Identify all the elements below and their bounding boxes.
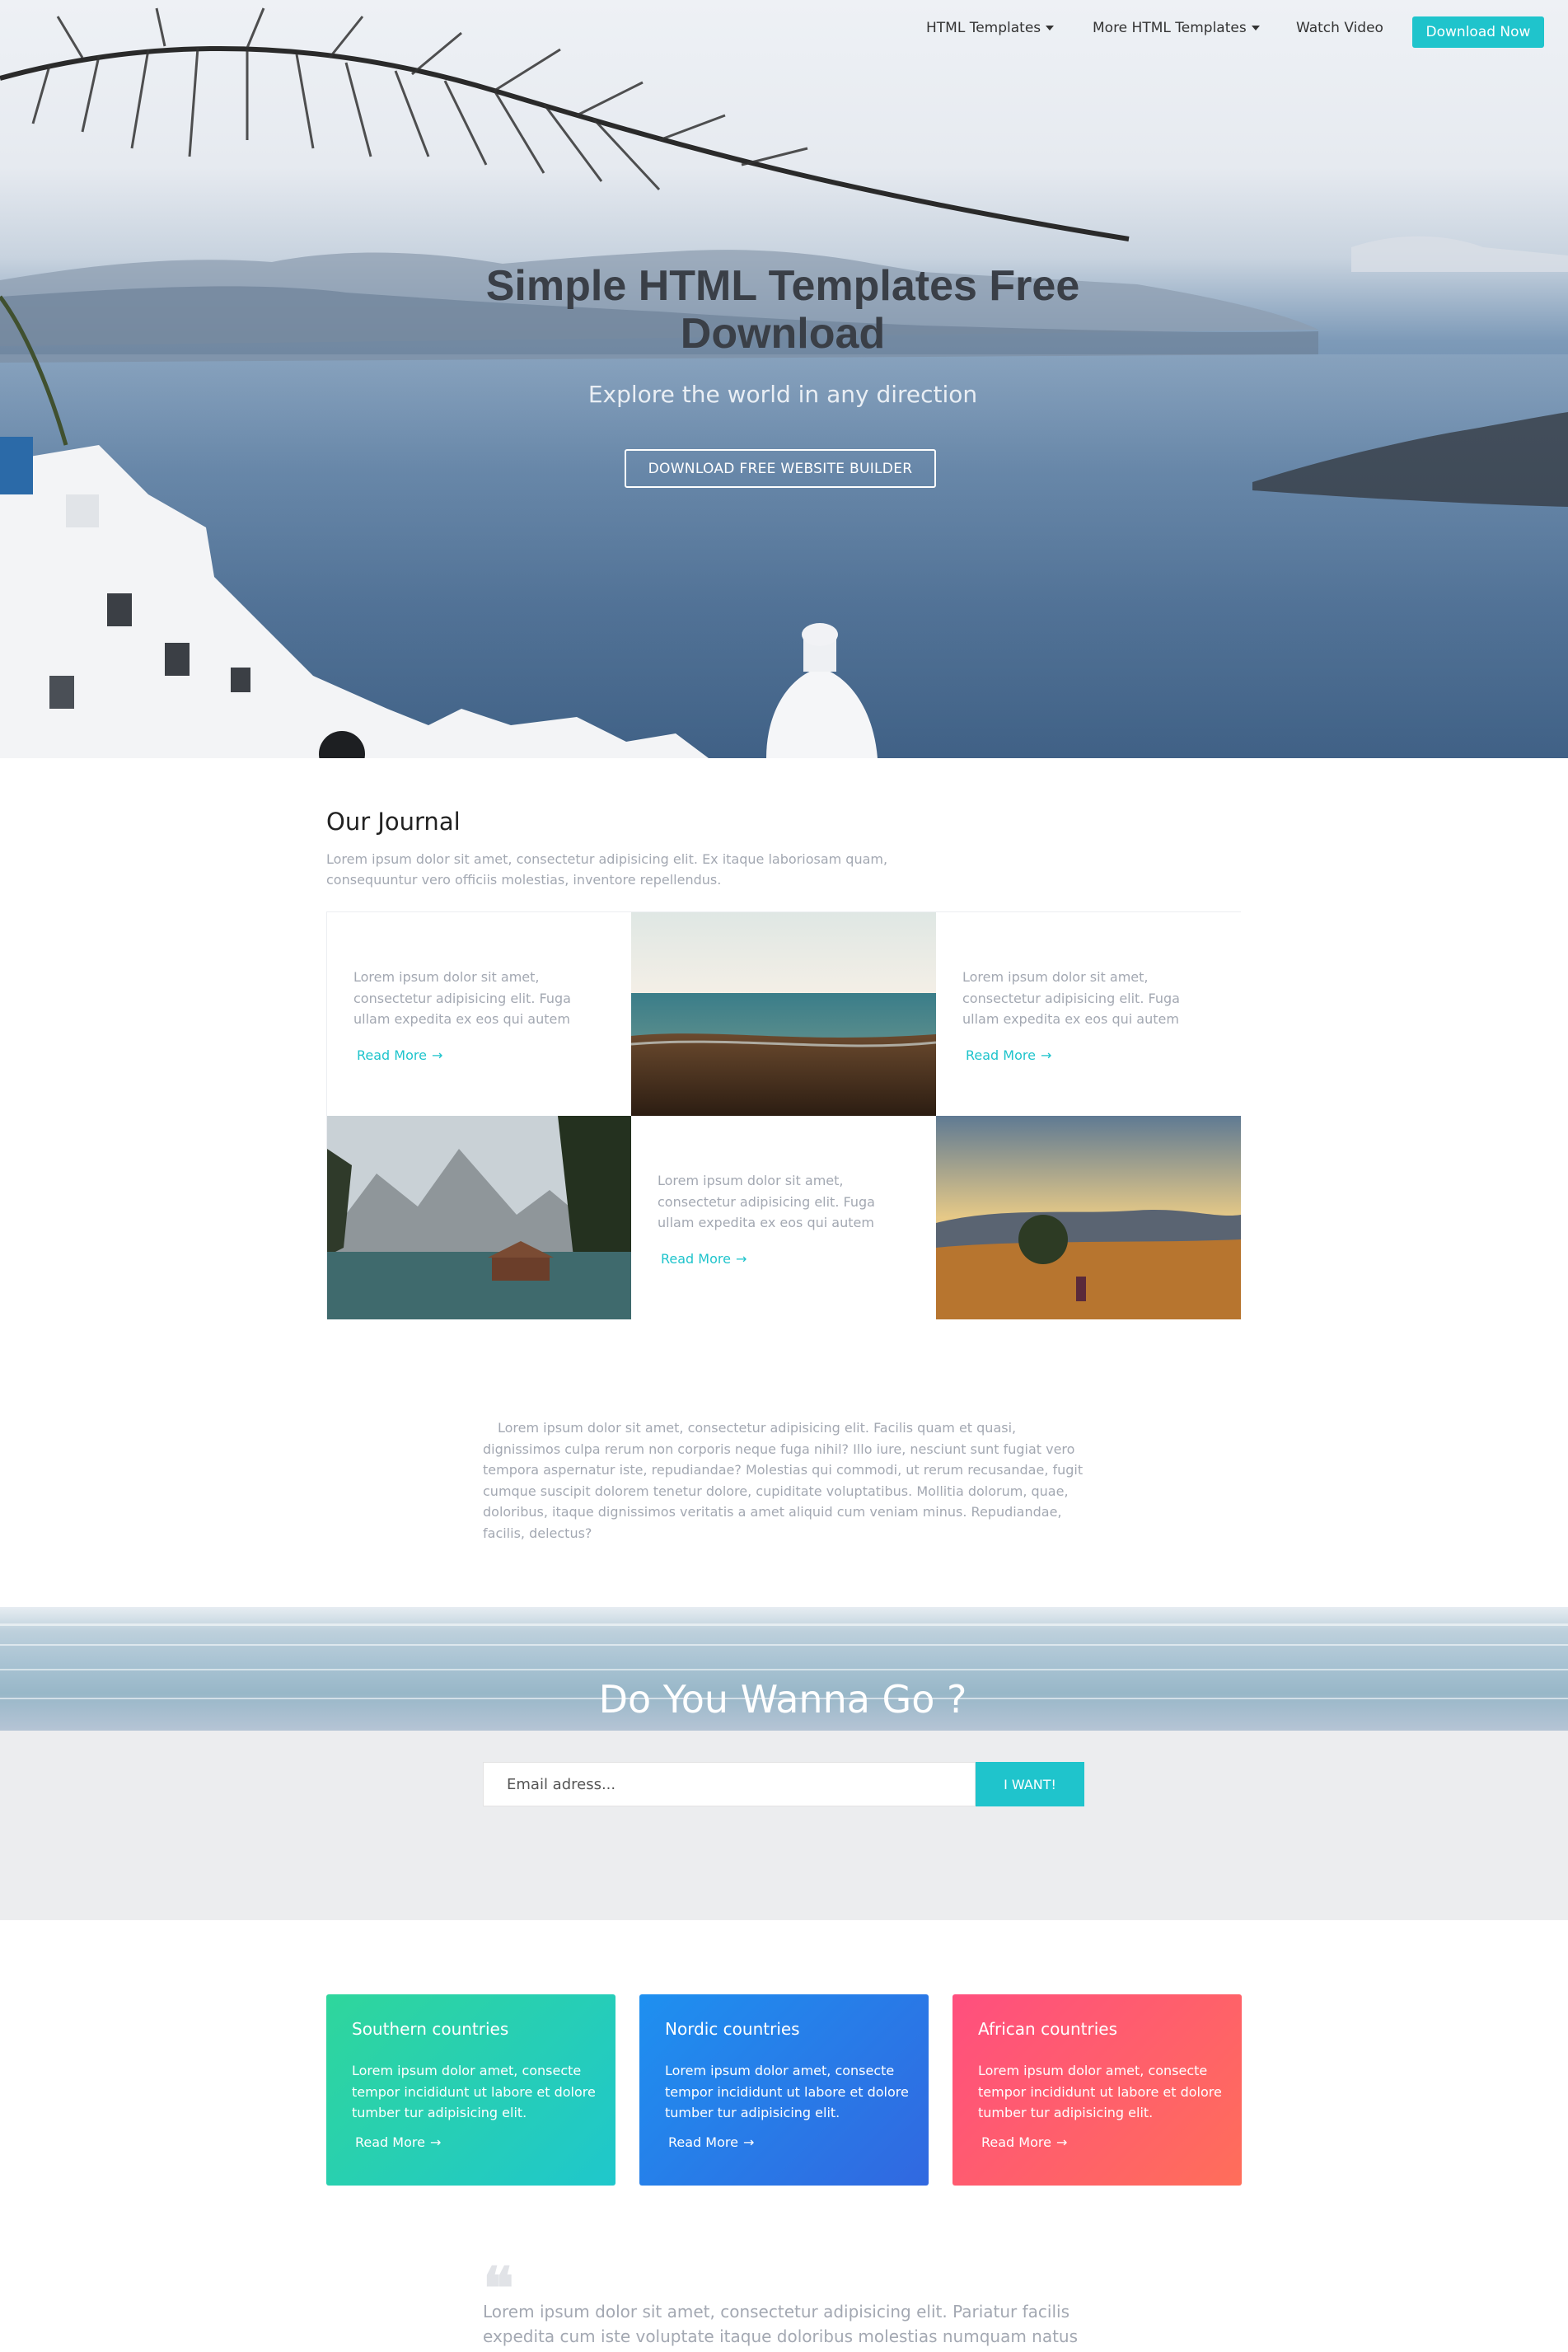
- quote-text: Lorem ipsum dolor sit amet, consectetur …: [483, 2302, 1079, 2346]
- journal-title: Our Journal: [326, 808, 461, 836]
- nav-more-html-templates[interactable]: More HTML Templates: [1093, 20, 1260, 36]
- mountain-lake-photo: [327, 1116, 632, 1319]
- journal-grid: Lorem ipsum dolor sit amet, consectetur …: [326, 911, 1241, 1319]
- read-more-label: Read More: [661, 1251, 731, 1267]
- subscribe-title: Do You Wanna Go ?: [598, 1677, 967, 1722]
- journal-card: Lorem ipsum dolor sit amet, consectetur …: [936, 912, 1241, 1116]
- card-text: Lorem ipsum dolor amet, consecte tempor …: [978, 2063, 1222, 2120]
- hero-section: [0, 0, 1568, 758]
- journal-card: Lorem ipsum dolor sit amet, consectetur …: [327, 912, 632, 1116]
- card-text: Lorem ipsum dolor amet, consecte tempor …: [352, 2063, 596, 2120]
- card-nordic-countries: Nordic countries Lorem ipsum dolor amet,…: [639, 1994, 929, 2186]
- download-now-button[interactable]: Download Now: [1412, 16, 1544, 48]
- card-title: Southern countries: [352, 2019, 509, 2039]
- read-more-label: Read More: [966, 1047, 1036, 1063]
- subscribe-section: [0, 1731, 1568, 1920]
- card-title: Nordic countries: [665, 2019, 800, 2039]
- journal-card-text: Lorem ipsum dolor sit amet, consectetur …: [658, 1173, 875, 1230]
- download-builder-button[interactable]: DOWNLOAD FREE WEBSITE BUILDER: [625, 449, 936, 488]
- mountain-lake-image: [327, 1116, 632, 1319]
- card-text: Lorem ipsum dolor amet, consecte tempor …: [665, 2063, 909, 2120]
- email-input[interactable]: Email adress...: [483, 1762, 976, 1806]
- read-more-link[interactable]: Read More →: [661, 1251, 747, 1267]
- card-title: African countries: [978, 2019, 1118, 2039]
- arrow-right-icon: →: [429, 2134, 442, 2150]
- caret-down-icon: [1046, 26, 1055, 30]
- sunset-field-photo: [936, 1116, 1241, 1319]
- beach-image: [631, 912, 936, 1116]
- read-more-link[interactable]: Read More →: [668, 2134, 754, 2150]
- journal-card-text: Lorem ipsum dolor sit amet, consectetur …: [962, 969, 1180, 1027]
- hero-subtitle: Explore the world in any direction: [587, 381, 978, 408]
- card-african-countries: African countries Lorem ipsum dolor amet…: [953, 1994, 1242, 2186]
- read-more-label: Read More: [981, 2134, 1051, 2150]
- arrow-right-icon: →: [1040, 1047, 1052, 1063]
- hero-title: Simple HTML Templates Free Download: [485, 262, 1080, 358]
- card-southern-countries: Southern countries Lorem ipsum dolor ame…: [326, 1994, 615, 2186]
- read-more-link[interactable]: Read More →: [966, 1047, 1051, 1063]
- hero-background-image: [0, 7, 1568, 758]
- nav-html-templates-label: HTML Templates: [926, 20, 1041, 36]
- journal-card-text: Lorem ipsum dolor sit amet, consectetur …: [353, 969, 571, 1027]
- nav-more-html-templates-label: More HTML Templates: [1093, 20, 1247, 36]
- read-more-label: Read More: [355, 2134, 425, 2150]
- nav-html-templates[interactable]: HTML Templates: [926, 20, 1055, 36]
- arrow-right-icon: →: [735, 1251, 747, 1267]
- nav-watch-video[interactable]: Watch Video: [1296, 20, 1383, 36]
- nav-watch-video-label: Watch Video: [1296, 20, 1383, 36]
- read-more-link[interactable]: Read More →: [357, 1047, 442, 1063]
- journal-card: Lorem ipsum dolor sit amet, consectetur …: [631, 1116, 936, 1319]
- journal-intro: Lorem ipsum dolor sit amet, consectetur …: [326, 851, 888, 888]
- caret-down-icon: [1251, 26, 1260, 30]
- arrow-right-icon: →: [1055, 2134, 1068, 2150]
- read-more-label: Read More: [668, 2134, 738, 2150]
- beach-photo: [631, 912, 936, 1116]
- arrow-right-icon: →: [431, 1047, 443, 1063]
- read-more-label: Read More: [357, 1047, 427, 1063]
- read-more-link[interactable]: Read More →: [355, 2134, 441, 2150]
- top-navbar: HTML Templates More HTML Templates Watch…: [0, 0, 1568, 63]
- arrow-right-icon: →: [742, 2134, 755, 2150]
- middle-paragraph: Lorem ipsum dolor sit amet, consectetur …: [483, 1420, 1084, 1541]
- read-more-link[interactable]: Read More →: [981, 2134, 1067, 2150]
- i-want-button[interactable]: I WANT!: [976, 1762, 1084, 1806]
- sunset-field-image: [936, 1116, 1241, 1319]
